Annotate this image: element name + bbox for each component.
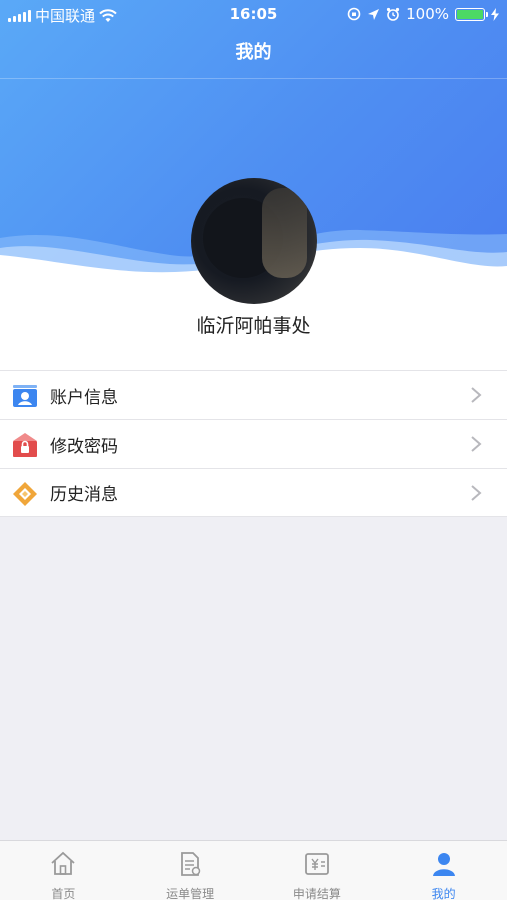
settings-menu: 账户信息 修改密码 历史消息	[0, 370, 507, 517]
account-card-icon	[13, 385, 37, 407]
tab-label-waybill: 运单管理	[166, 887, 215, 900]
status-bar: 中国联通 16:05 100%	[0, 0, 507, 28]
battery-percent: 100%	[406, 5, 449, 23]
menu-item-history-messages[interactable]: 历史消息	[0, 468, 507, 517]
lock-house-icon	[13, 433, 37, 457]
alarm-icon	[387, 7, 400, 21]
menu-item-account-info[interactable]: 账户信息	[0, 370, 507, 419]
document-icon	[181, 852, 201, 876]
tab-label-settlement: 申请结算	[292, 887, 341, 900]
location-icon	[368, 8, 380, 20]
page-title: 我的	[235, 42, 272, 63]
user-name: 临沂阿帕事处	[196, 315, 311, 337]
status-right: 100%	[347, 5, 499, 23]
profile-header: 中国联通 16:05 100% 我的 临沂阿帕事处	[0, 0, 507, 370]
menu-label-change-password: 修改密码	[50, 436, 118, 457]
avatar-photo-highlight	[262, 188, 307, 278]
diamond-message-icon	[13, 482, 37, 506]
chevron-right-icon	[471, 485, 482, 501]
tab-bar: 首页 运单管理 申请结算 我的	[0, 840, 507, 900]
menu-label-history-messages: 历史消息	[50, 485, 118, 505]
tab-label-mine: 我的	[431, 887, 456, 900]
avatar[interactable]	[191, 178, 317, 304]
tab-home[interactable]: 首页	[0, 841, 127, 900]
orientation-lock-icon	[347, 7, 361, 21]
tab-settlement[interactable]: 申请结算	[254, 841, 381, 900]
menu-label-account-info: 账户信息	[50, 387, 118, 408]
home-icon	[51, 851, 75, 875]
tab-waybill[interactable]: 运单管理	[127, 841, 254, 900]
menu-item-change-password[interactable]: 修改密码	[0, 419, 507, 468]
nav-divider	[0, 78, 507, 79]
battery-fill	[457, 9, 483, 19]
person-icon	[432, 853, 455, 876]
battery-icon	[455, 7, 488, 21]
chevron-right-icon	[471, 387, 482, 403]
yen-receipt-icon	[304, 853, 329, 875]
chevron-right-icon	[471, 436, 482, 452]
tab-label-home: 首页	[51, 887, 76, 900]
charging-bolt-icon	[491, 7, 499, 21]
tab-mine[interactable]: 我的	[380, 841, 507, 900]
